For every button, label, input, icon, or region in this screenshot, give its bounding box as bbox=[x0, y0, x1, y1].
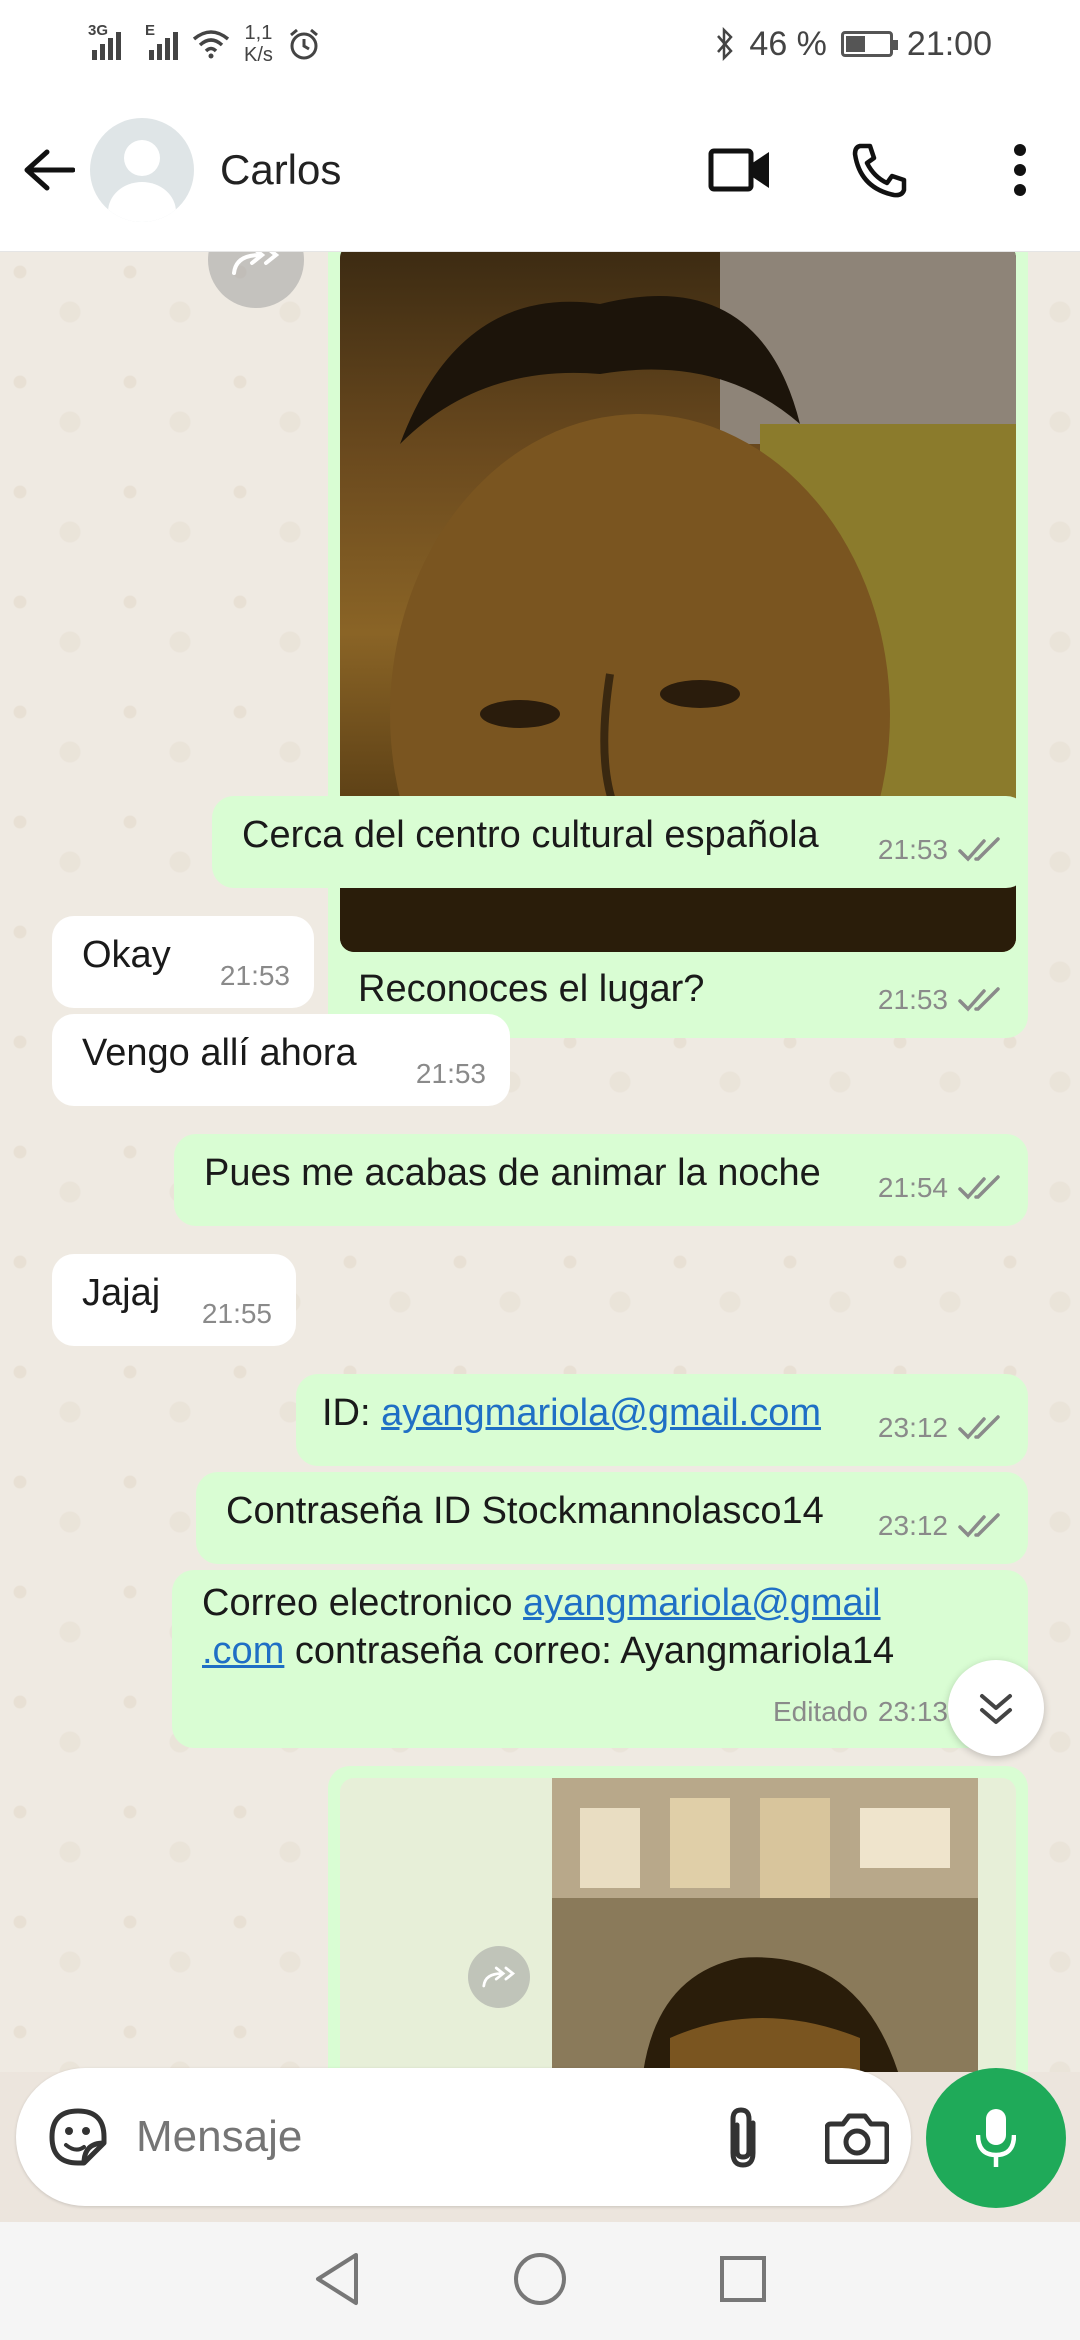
square-recents-icon bbox=[720, 2255, 766, 2302]
message-bubble-outgoing[interactable]: ID: ayangmariola@gmail.com 23:12 bbox=[296, 1374, 1028, 1466]
message-time: 23:12 bbox=[877, 1510, 948, 1541]
more-vertical-icon bbox=[1014, 143, 1026, 196]
more-options-button[interactable] bbox=[970, 120, 1070, 220]
message-meta: 23:12 bbox=[878, 1412, 1006, 1444]
double-check-icon bbox=[958, 1175, 1000, 1200]
contact-name[interactable]: Carlos bbox=[220, 146, 690, 194]
message-composer bbox=[16, 2068, 911, 2206]
battery-percent: 46 % bbox=[749, 24, 827, 63]
message-meta: 23:12 bbox=[878, 1510, 1006, 1542]
message-text: Cerca del centro cultural española bbox=[242, 814, 819, 856]
double-check-icon bbox=[958, 987, 1000, 1012]
message-input[interactable] bbox=[136, 2112, 711, 2162]
message-bubble-incoming[interactable]: Jajaj 21:55 bbox=[52, 1254, 296, 1346]
camera-icon bbox=[825, 2113, 889, 2164]
email-link-continued[interactable]: .com bbox=[202, 1630, 284, 1672]
double-chevron-down-icon bbox=[980, 1694, 1012, 1724]
email-link[interactable]: ayangmariola@gmail bbox=[523, 1582, 881, 1624]
forward-button[interactable] bbox=[208, 252, 304, 308]
voice-message-button[interactable] bbox=[926, 2068, 1066, 2208]
message-meta: 21:54 bbox=[878, 1172, 1006, 1204]
alarm-icon bbox=[289, 28, 318, 60]
microphone-icon bbox=[976, 2109, 1016, 2167]
double-check-icon bbox=[958, 1513, 1000, 1538]
message-list[interactable]: Reconoces el lugar? 21:53 Cerca del cent… bbox=[0, 252, 1080, 2072]
email-link[interactable]: ayangmariola@gmail.com bbox=[381, 1392, 821, 1434]
message-text: Okay bbox=[82, 934, 171, 976]
sticker-icon bbox=[49, 2108, 107, 2166]
message-time: 23:12 bbox=[877, 1412, 948, 1443]
phone-icon bbox=[852, 143, 907, 197]
back-button[interactable] bbox=[4, 125, 94, 215]
message-time: 21:53 bbox=[219, 960, 290, 991]
message-text-line2: .com contraseña correo: Ayangmariola14 bbox=[202, 1630, 895, 1672]
wifi-icon bbox=[192, 30, 230, 59]
message-bubble-incoming[interactable]: Okay 21:53 bbox=[52, 916, 314, 1008]
message-time: 23:13 bbox=[877, 1696, 948, 1727]
contact-avatar[interactable] bbox=[90, 117, 194, 222]
battery-icon bbox=[840, 31, 898, 57]
video-camera-icon bbox=[708, 148, 769, 191]
paperclip-icon bbox=[730, 2107, 756, 2168]
message-text: Vengo allí ahora bbox=[82, 1032, 357, 1074]
message-meta: 21:53 bbox=[416, 1058, 486, 1090]
attach-button[interactable] bbox=[711, 2097, 775, 2177]
triangle-back-icon bbox=[316, 2252, 358, 2305]
double-check-icon bbox=[958, 1415, 1000, 1440]
nav-home-button[interactable] bbox=[512, 2251, 568, 2312]
message-bubble-outgoing[interactable]: Cerca del centro cultural española 21:53 bbox=[212, 796, 1028, 888]
system-navigation-bar bbox=[0, 2222, 1080, 2340]
sticker-button[interactable] bbox=[46, 2099, 110, 2175]
message-bubble-outgoing[interactable] bbox=[328, 1766, 1028, 2072]
forward-icon bbox=[232, 252, 280, 275]
message-time: 21:53 bbox=[877, 984, 948, 1015]
forward-button[interactable] bbox=[468, 1946, 530, 2008]
message-text: Jajaj bbox=[82, 1272, 161, 1314]
message-bubble-outgoing[interactable]: Contraseña ID Stockmannolasco14 23:12 bbox=[196, 1472, 1028, 1564]
bluetooth-icon bbox=[717, 27, 734, 61]
photo-image bbox=[552, 1778, 978, 2072]
message-time: 21:54 bbox=[877, 1172, 948, 1203]
clock: 21:00 bbox=[906, 24, 992, 63]
nav-back-button[interactable] bbox=[312, 2251, 362, 2312]
message-time: 21:53 bbox=[415, 1058, 486, 1089]
signal-e-icon: E bbox=[145, 22, 178, 60]
chat-header: Carlos bbox=[0, 88, 1080, 252]
scroll-to-bottom-button[interactable] bbox=[948, 1660, 1044, 1756]
message-text: Contraseña ID Stockmannolasco14 bbox=[226, 1490, 824, 1532]
camera-button[interactable] bbox=[825, 2097, 889, 2177]
message-meta: 21:53 bbox=[220, 960, 290, 992]
message-time: 21:53 bbox=[877, 834, 948, 865]
message-bubble-outgoing[interactable]: Pues me acabas de animar la noche 21:54 bbox=[174, 1134, 1028, 1226]
message-time: 21:55 bbox=[201, 1298, 272, 1329]
message-bubble-outgoing[interactable]: Reconoces el lugar? 21:53 bbox=[328, 252, 1028, 1038]
message-meta: 21:55 bbox=[202, 1298, 272, 1330]
signal-3g-icon: 3G bbox=[88, 22, 121, 60]
message-text-line1: Correo electronico ayangmariola@gmail bbox=[202, 1582, 881, 1624]
message-text: Pues me acabas de animar la noche bbox=[204, 1152, 821, 1194]
message-text: Reconoces el lugar? bbox=[358, 968, 705, 1010]
status-bar: 3G E 1,1 K/s 46 % 21:00 bbox=[0, 0, 1080, 88]
video-call-button[interactable] bbox=[690, 120, 790, 220]
arrow-back-icon bbox=[24, 149, 75, 190]
message-meta: 21:53 bbox=[878, 834, 1006, 866]
nav-recents-button[interactable] bbox=[718, 2254, 768, 2309]
double-check-icon bbox=[958, 837, 1000, 862]
message-meta: 21:53 bbox=[878, 984, 1006, 1016]
voice-call-button[interactable] bbox=[830, 120, 930, 220]
forward-icon bbox=[482, 1966, 516, 1988]
message-bubble-incoming[interactable]: Vengo allí ahora 21:53 bbox=[52, 1014, 510, 1106]
photo-thumbnail[interactable] bbox=[340, 1778, 1016, 2072]
message-text: ID: ayangmariola@gmail.com bbox=[322, 1392, 821, 1434]
message-bubble-outgoing[interactable]: Correo electronico ayangmariola@gmail .c… bbox=[172, 1570, 1028, 1748]
edited-label: Editado bbox=[772, 1696, 868, 1727]
circle-home-icon bbox=[514, 2252, 566, 2305]
network-speed: 1,1 K/s bbox=[244, 22, 273, 66]
